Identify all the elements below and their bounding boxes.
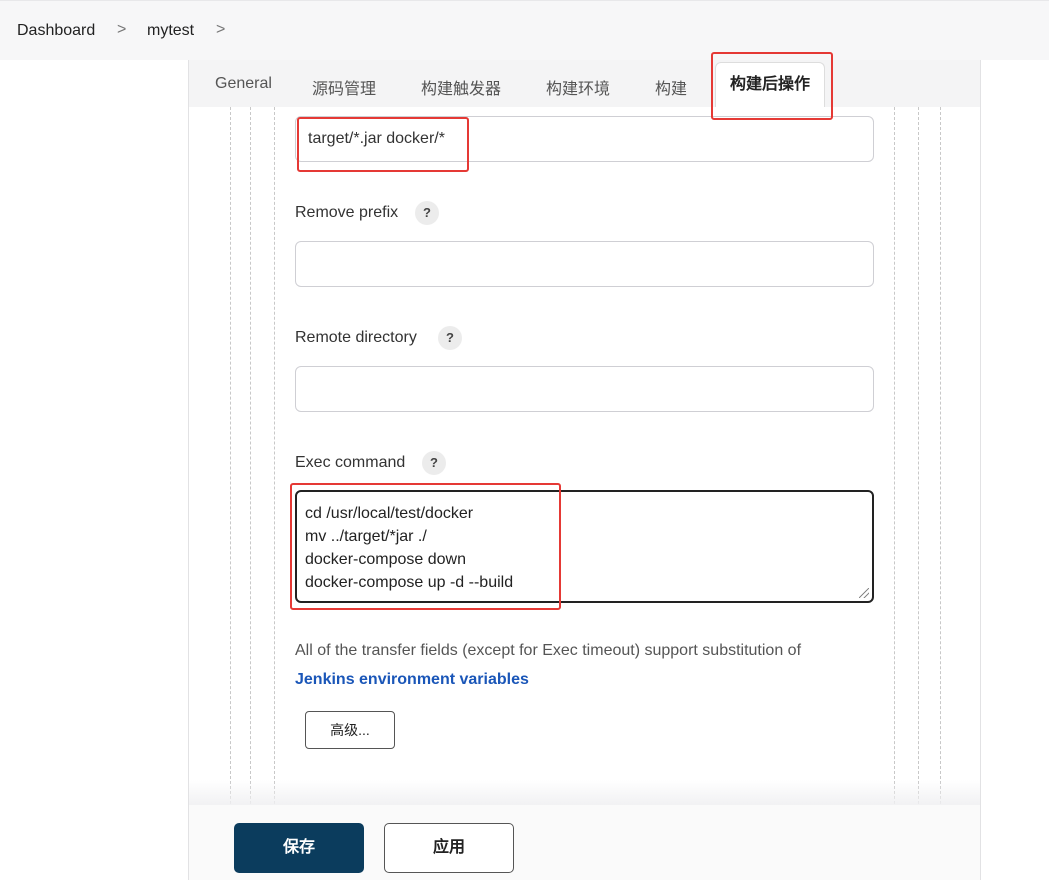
- source-files-input[interactable]: target/*.jar docker/*: [295, 116, 874, 162]
- section-guide-line: [918, 107, 919, 804]
- tab-post-build-actions[interactable]: 构建后操作: [715, 62, 826, 107]
- remove-prefix-input[interactable]: [295, 241, 874, 287]
- help-icon[interactable]: ?: [422, 451, 446, 475]
- section-guide-line: [894, 107, 895, 804]
- exec-command-line: docker-compose up -d --build: [305, 574, 514, 591]
- tab-build[interactable]: 构建: [655, 75, 687, 99]
- breadcrumb: Dashboard > mytest >: [0, 0, 1049, 60]
- remote-directory-label: Remote directory: [295, 329, 417, 346]
- remote-directory-input[interactable]: [295, 366, 874, 412]
- chevron-right-icon[interactable]: >: [216, 21, 225, 39]
- footer-shadow: [189, 780, 980, 805]
- help-icon[interactable]: ?: [415, 201, 439, 225]
- jenkins-env-vars-link[interactable]: Jenkins environment variables: [295, 671, 529, 689]
- exec-command-textarea[interactable]: cd /usr/local/test/docker mv ../target/*…: [295, 490, 874, 603]
- tab-general[interactable]: General: [215, 75, 272, 93]
- exec-command-label: Exec command: [295, 454, 406, 471]
- exec-command-line: docker-compose down: [305, 551, 466, 568]
- tab-source-management[interactable]: 源码管理: [312, 75, 376, 99]
- breadcrumb-dashboard[interactable]: Dashboard: [17, 22, 95, 40]
- help-icon[interactable]: ?: [438, 326, 462, 350]
- tab-build-triggers[interactable]: 构建触发器: [421, 75, 501, 99]
- advanced-button[interactable]: 高级...: [305, 711, 395, 749]
- tab-build-environment[interactable]: 构建环境: [546, 75, 610, 99]
- save-button[interactable]: 保存: [234, 823, 364, 873]
- exec-command-line: cd /usr/local/test/docker: [305, 505, 474, 522]
- apply-button[interactable]: 应用: [384, 823, 514, 873]
- breadcrumb-mytest[interactable]: mytest: [147, 22, 194, 40]
- section-guide-line: [230, 107, 231, 804]
- chevron-right-icon: >: [117, 21, 127, 38]
- resize-handle-icon[interactable]: [859, 588, 869, 598]
- section-guide-line: [940, 107, 941, 804]
- substitution-note: All of the transfer fields (except for E…: [295, 642, 802, 659]
- section-guide-line: [250, 107, 251, 804]
- section-guide-line: [274, 107, 275, 804]
- remove-prefix-label: Remove prefix: [295, 204, 399, 221]
- exec-command-line: mv ../target/*jar ./: [305, 528, 427, 545]
